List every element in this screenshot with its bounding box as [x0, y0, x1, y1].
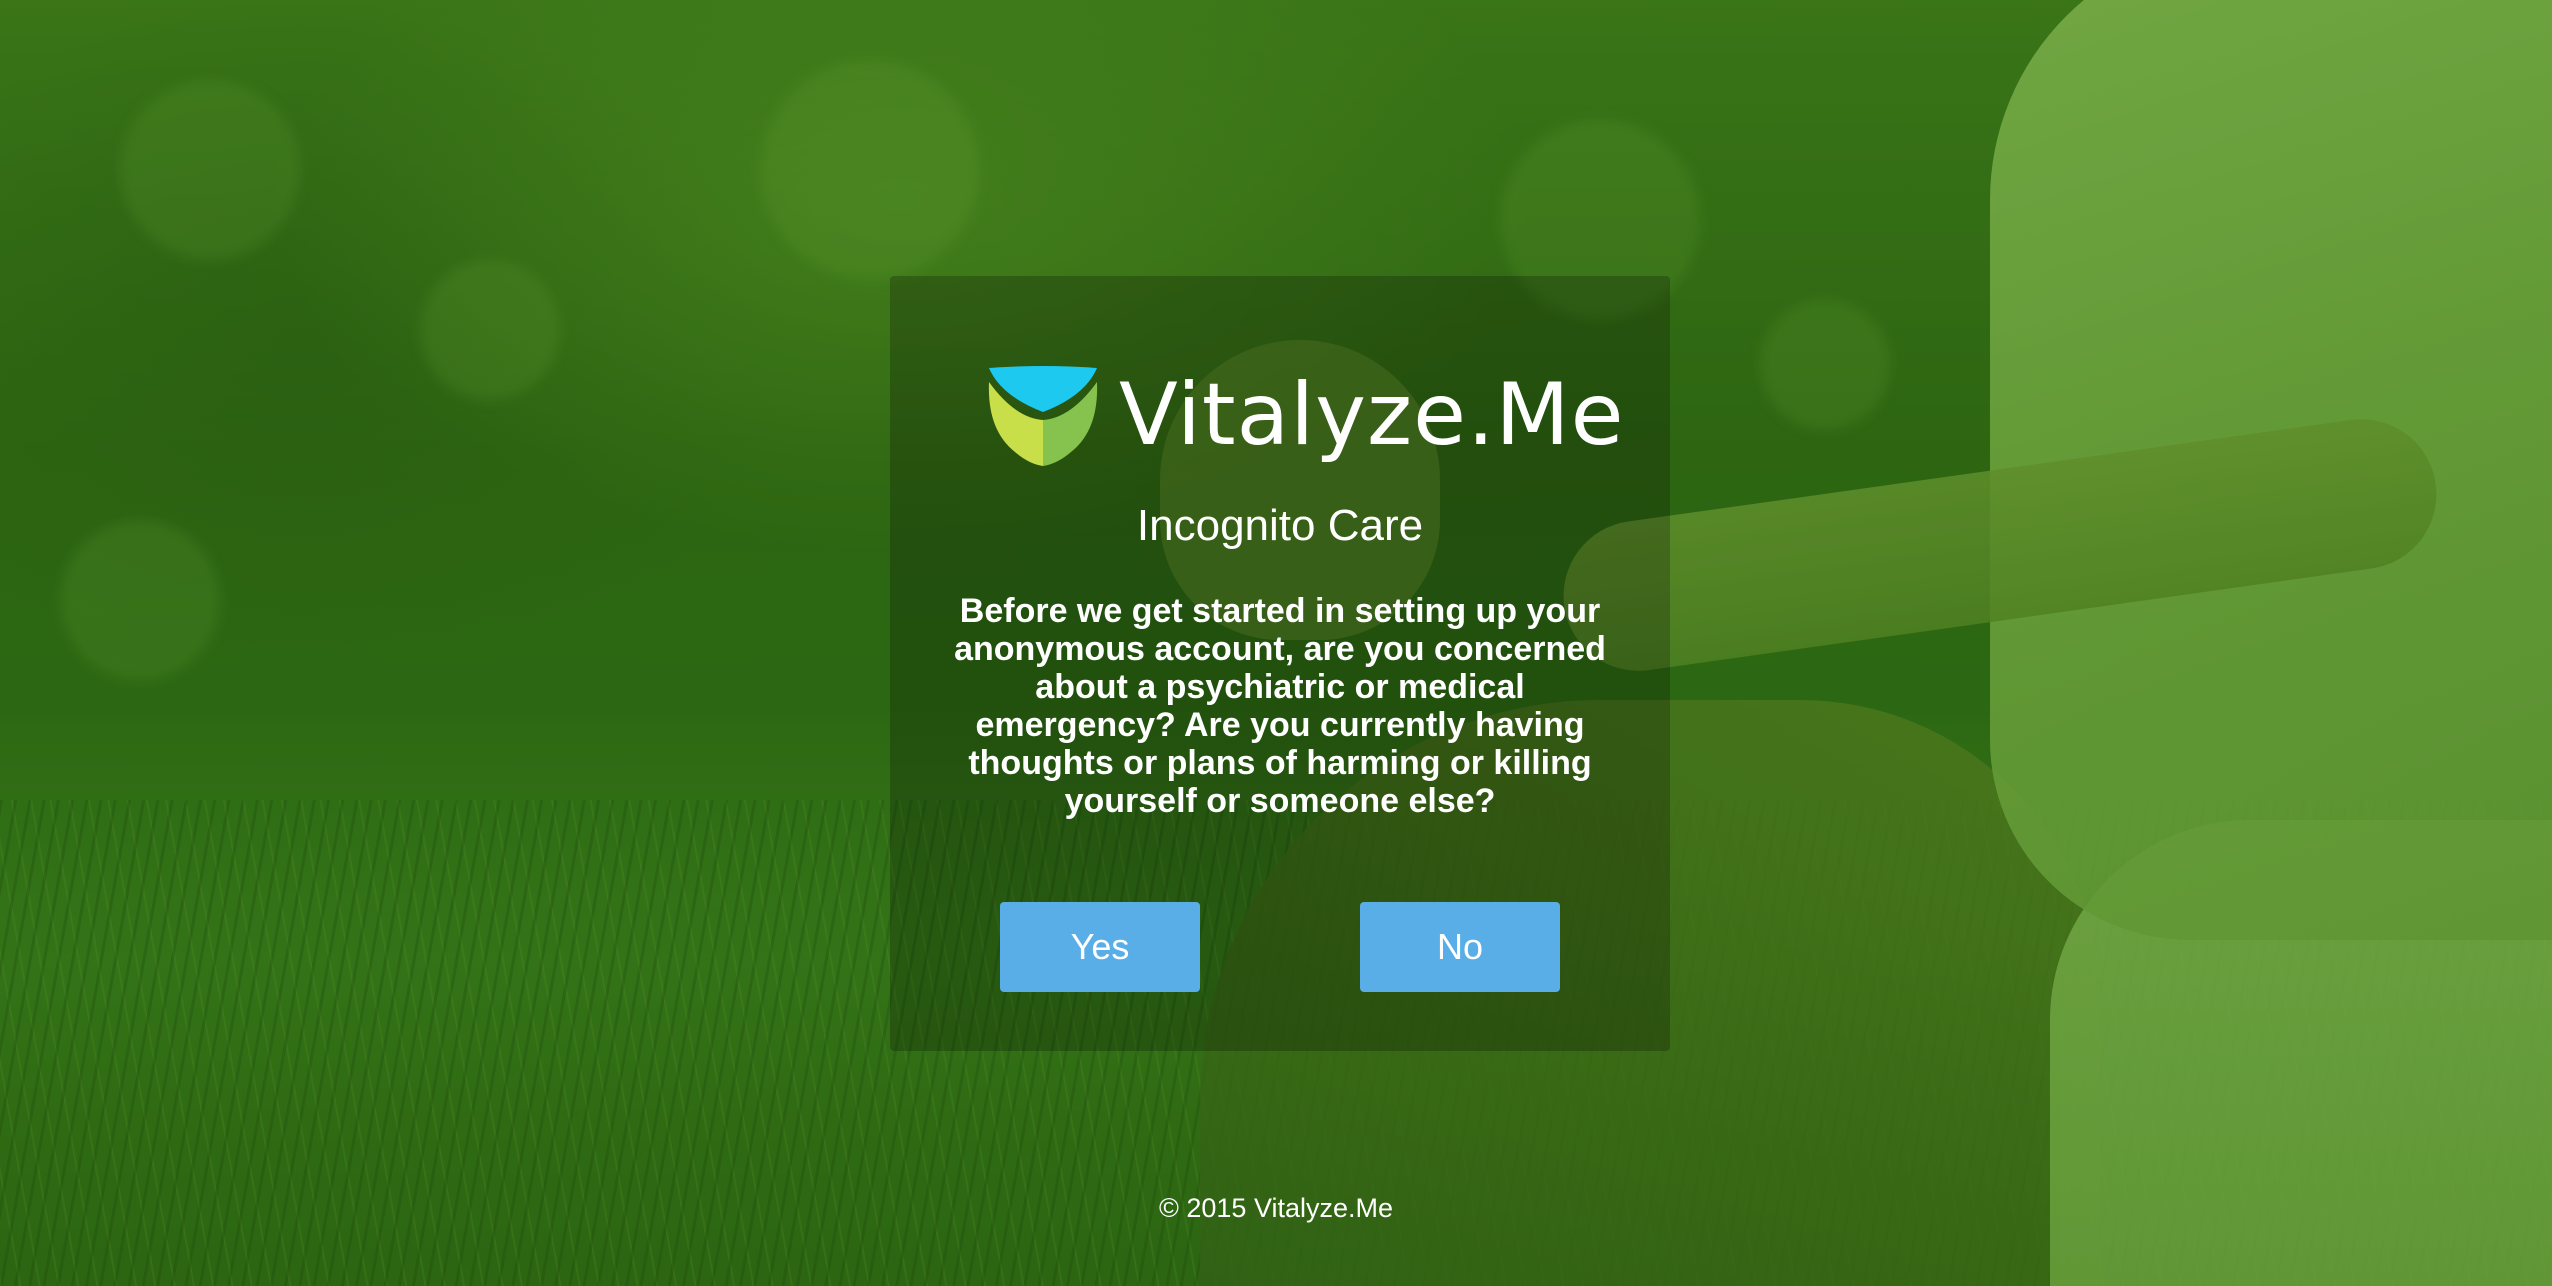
- brand-name: Vitalyze.Me: [1119, 365, 1625, 465]
- emergency-dialog: Vitalyze.Me Incognito Care Before we get…: [890, 276, 1670, 1051]
- no-button[interactable]: No: [1360, 902, 1560, 992]
- leaf-drop-logo-icon: [988, 366, 1098, 466]
- dialog-title: Incognito Care: [1136, 501, 1424, 550]
- dialog-message: Before we get started in setting up your…: [954, 592, 1606, 820]
- yes-button[interactable]: Yes: [1000, 902, 1200, 992]
- brand-logo: Vitalyze.Me: [985, 360, 1624, 470]
- footer-copyright: © 2015 Vitalyze.Me: [1158, 1193, 1394, 1223]
